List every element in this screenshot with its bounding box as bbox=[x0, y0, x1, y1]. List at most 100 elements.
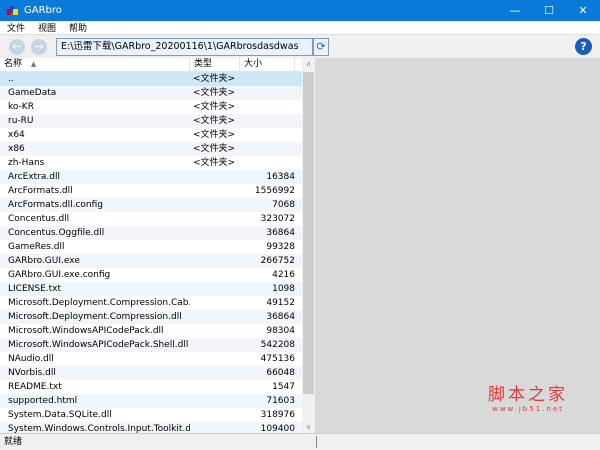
file-size: 323072 bbox=[260, 214, 295, 224]
file-name: supported.html bbox=[8, 396, 78, 406]
file-type bbox=[190, 422, 240, 433]
table-row[interactable]: zh-Hans <文件夹> bbox=[0, 156, 302, 170]
file-size: 1556992 bbox=[254, 186, 295, 196]
preview-pane: 脚本之家 www.jb51.net bbox=[315, 58, 600, 433]
column-size[interactable]: 大小 bbox=[240, 58, 295, 71]
status-text: 就绪 bbox=[4, 437, 23, 447]
file-name: ko-KR bbox=[8, 102, 34, 112]
file-size: 542208 bbox=[260, 340, 295, 350]
menu-view[interactable]: 视图 bbox=[38, 21, 56, 34]
file-type: <文件夹> bbox=[193, 130, 236, 140]
close-button[interactable]: ✕ bbox=[566, 4, 600, 17]
file-size: 1098 bbox=[272, 284, 295, 294]
title-bar: GARbro — ☐ ✕ bbox=[0, 0, 600, 21]
table-row[interactable]: ko-KR <文件夹> bbox=[0, 100, 302, 114]
file-type bbox=[190, 394, 240, 408]
file-name: GARbro.GUI.exe bbox=[8, 256, 80, 266]
list-header: 名称 ▲ 类型 大小 bbox=[0, 58, 302, 72]
scroll-down-icon[interactable]: ∨ bbox=[302, 423, 315, 431]
file-type bbox=[190, 380, 240, 394]
file-size: 109400 bbox=[260, 424, 295, 433]
menu-help[interactable]: 帮助 bbox=[69, 21, 87, 34]
file-name: NAudio.dll bbox=[8, 354, 54, 364]
scroll-thumb[interactable] bbox=[303, 72, 314, 394]
scrollbar[interactable]: ∧ ∨ bbox=[302, 58, 315, 433]
file-name: Concentus.Oggfile.dll bbox=[8, 228, 105, 238]
file-size: 36864 bbox=[266, 312, 295, 322]
file-type bbox=[190, 226, 240, 240]
file-name: LICENSE.txt bbox=[8, 284, 62, 294]
toolbar: ← → E:\迅雷下载\GARbro_20200116\1\GARbrosdas… bbox=[0, 34, 600, 58]
table-row[interactable]: ArcFormats.dll.config 7068 bbox=[0, 198, 302, 212]
minimize-button[interactable]: — bbox=[498, 4, 532, 17]
table-row[interactable]: ru-RU <文件夹> bbox=[0, 114, 302, 128]
file-type: <文件夹> bbox=[193, 102, 236, 112]
file-name: Microsoft.Deployment.Compression.dll bbox=[8, 312, 182, 322]
table-row[interactable]: System.Data.SQLite.dll 318976 bbox=[0, 408, 302, 422]
file-size: 98304 bbox=[266, 326, 295, 336]
forward-button[interactable]: → bbox=[31, 39, 47, 55]
file-size: 7068 bbox=[272, 200, 295, 210]
back-button[interactable]: ← bbox=[9, 39, 25, 55]
table-row[interactable]: README.txt 1547 bbox=[0, 380, 302, 394]
table-row[interactable]: supported.html 71603 bbox=[0, 394, 302, 408]
file-type bbox=[190, 296, 240, 310]
table-row[interactable]: NAudio.dll 475136 bbox=[0, 352, 302, 366]
table-row[interactable]: GARbro.GUI.exe 266752 bbox=[0, 254, 302, 268]
file-size: 66048 bbox=[266, 368, 295, 378]
help-button[interactable]: ? bbox=[575, 38, 592, 55]
table-row[interactable]: GameRes.dll 99328 bbox=[0, 240, 302, 254]
file-size: 49152 bbox=[266, 298, 295, 308]
table-row[interactable]: x64 <文件夹> bbox=[0, 128, 302, 142]
table-row[interactable]: GARbro.GUI.exe.config 4216 bbox=[0, 268, 302, 282]
table-row[interactable]: x86 <文件夹> bbox=[0, 142, 302, 156]
table-row[interactable]: ArcExtra.dll 16384 bbox=[0, 170, 302, 184]
file-name: .. bbox=[8, 74, 14, 84]
table-row[interactable]: ArcFormats.dll 1556992 bbox=[0, 184, 302, 198]
table-row[interactable]: Concentus.dll 323072 bbox=[0, 212, 302, 226]
file-size bbox=[240, 100, 295, 114]
path-input[interactable]: E:\迅雷下载\GARbro_20200116\1\GARbrosdasdwas bbox=[56, 38, 313, 56]
file-type bbox=[190, 184, 240, 198]
file-type bbox=[190, 282, 240, 296]
table-row[interactable]: NVorbis.dll 66048 bbox=[0, 366, 302, 380]
table-row[interactable]: Microsoft.WindowsAPICodePack.dll 98304 bbox=[0, 324, 302, 338]
file-rows: .. <文件夹> GameData <文件夹> ko-KR <文件夹> ru-RU <文件夹>… bbox=[0, 72, 302, 433]
table-row[interactable]: .. <文件夹> bbox=[0, 72, 302, 86]
file-name: zh-Hans bbox=[8, 158, 45, 168]
scroll-up-icon[interactable]: ∧ bbox=[302, 60, 315, 68]
file-size: 266752 bbox=[260, 256, 295, 266]
file-type bbox=[190, 170, 240, 184]
table-row[interactable]: GameData <文件夹> bbox=[0, 86, 302, 100]
table-row[interactable]: Microsoft.Deployment.Compression.Cab.dll… bbox=[0, 296, 302, 310]
file-size bbox=[240, 72, 295, 86]
file-type bbox=[190, 268, 240, 282]
table-row[interactable]: Microsoft.Deployment.Compression.dll 3686… bbox=[0, 310, 302, 324]
column-name[interactable]: 名称 ▲ bbox=[0, 58, 190, 71]
file-type bbox=[190, 324, 240, 338]
refresh-button[interactable]: ⟳ bbox=[313, 38, 329, 56]
table-row[interactable]: LICENSE.txt 1098 bbox=[0, 282, 302, 296]
file-name: GameData bbox=[8, 88, 57, 98]
table-row[interactable]: Concentus.Oggfile.dll 36864 bbox=[0, 226, 302, 240]
file-type bbox=[190, 240, 240, 254]
file-size: 36864 bbox=[266, 228, 295, 238]
app-icon bbox=[7, 5, 19, 16]
file-name: x86 bbox=[8, 144, 25, 154]
maximize-button[interactable]: ☐ bbox=[532, 4, 566, 17]
file-name: x64 bbox=[8, 130, 25, 140]
sort-ascending-icon: ▲ bbox=[30, 60, 37, 68]
file-type bbox=[190, 254, 240, 268]
table-row[interactable]: Microsoft.WindowsAPICodePack.Shell.dll 54… bbox=[0, 338, 302, 352]
file-size bbox=[240, 86, 295, 100]
file-size: 99328 bbox=[266, 242, 295, 252]
file-name: GARbro.GUI.exe.config bbox=[8, 270, 111, 280]
menu-file[interactable]: 文件 bbox=[7, 21, 25, 34]
file-name: System.Data.SQLite.dll bbox=[8, 410, 112, 420]
file-name: Microsoft.Deployment.Compression.Cab.dll bbox=[8, 298, 190, 308]
column-type[interactable]: 类型 bbox=[190, 58, 240, 71]
table-row[interactable]: System.Windows.Controls.Input.Toolkit.dl… bbox=[0, 422, 302, 433]
file-type bbox=[190, 366, 240, 380]
file-size: 16384 bbox=[266, 172, 295, 182]
file-name: README.txt bbox=[8, 382, 62, 392]
